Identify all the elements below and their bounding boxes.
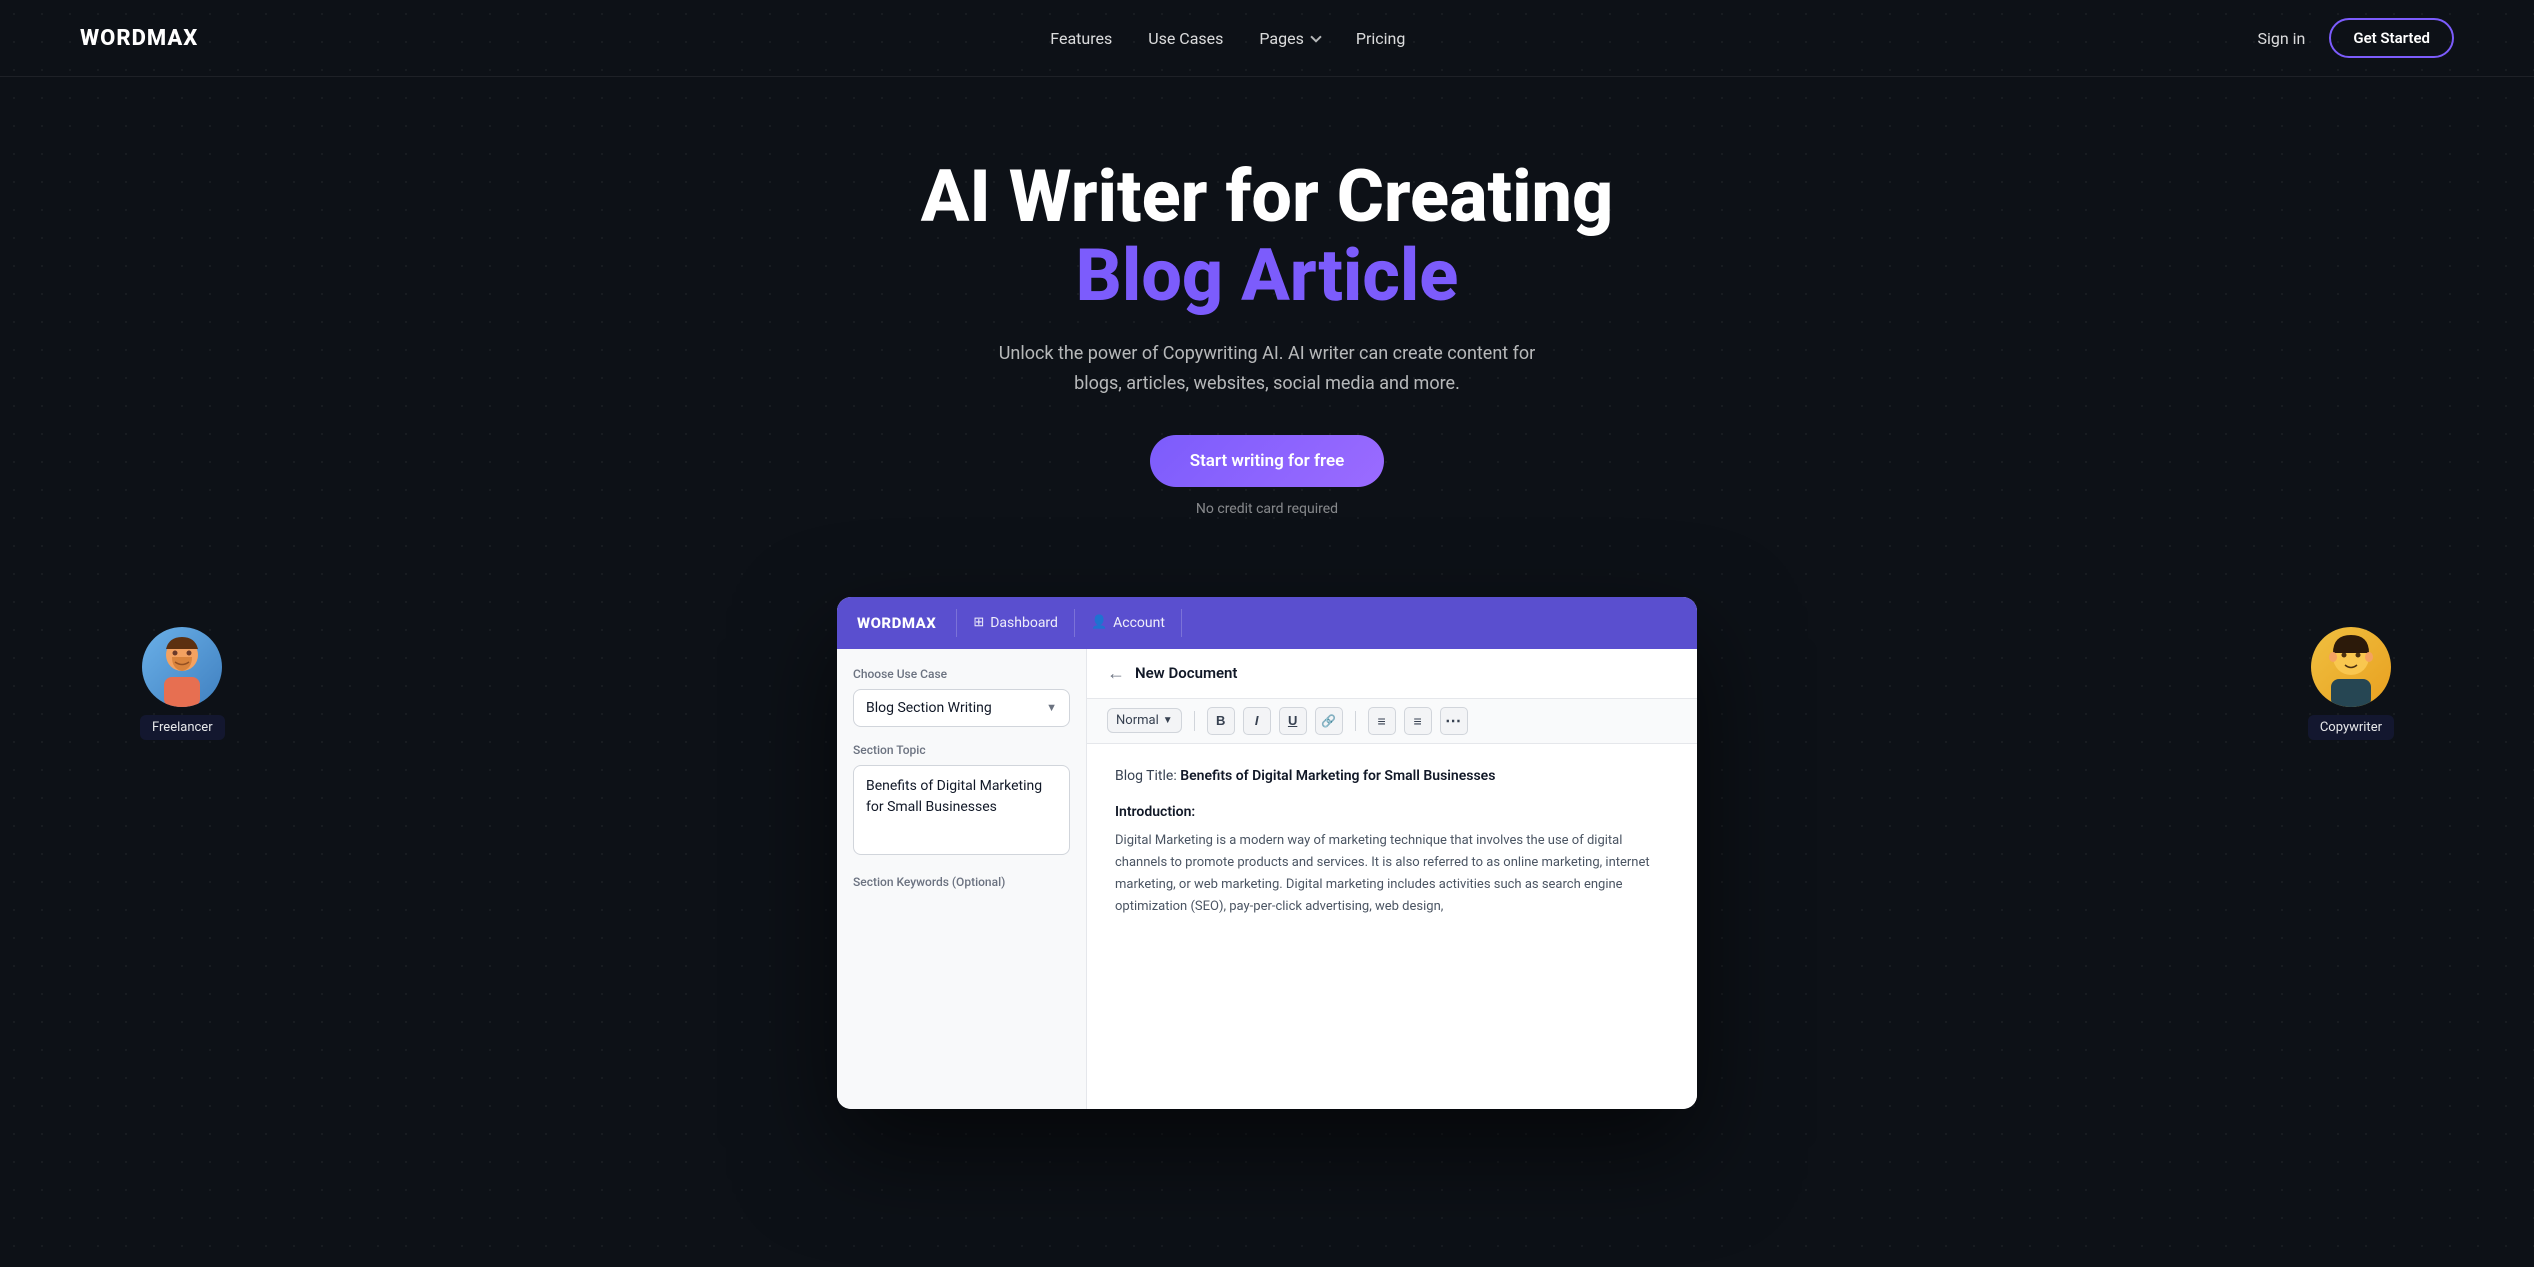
keywords-label: Section Keywords (Optional): [853, 875, 1070, 889]
link-button[interactable]: 🔗: [1315, 707, 1343, 735]
avatar-copywriter-image: [2311, 627, 2391, 707]
app-sidebar: Choose Use Case Blog Section Writing ▼ S…: [837, 649, 1087, 1109]
freelancer-label: Freelancer: [140, 715, 225, 740]
format-chevron-icon: ▼: [1163, 715, 1173, 726]
ordered-list-button[interactable]: ≡: [1368, 707, 1396, 735]
use-case-label: Choose Use Case: [853, 667, 1070, 681]
app-logo: WORDMAX: [857, 614, 936, 632]
use-case-select[interactable]: Blog Section Writing ▼: [853, 689, 1070, 727]
italic-button[interactable]: I: [1243, 707, 1271, 735]
topic-label: Section Topic: [853, 743, 1070, 757]
topic-textarea[interactable]: Benefits of Digital Marketing for Small …: [853, 765, 1070, 855]
app-topbar: WORDMAX ⊞ Dashboard 👤 Account: [837, 597, 1697, 649]
bold-button[interactable]: B: [1207, 707, 1235, 735]
hero-section: AI Writer for Creating Blog Article Unlo…: [0, 77, 2534, 557]
intro-heading: Introduction:: [1115, 804, 1669, 820]
unordered-list-button[interactable]: ≡: [1404, 707, 1432, 735]
underline-button[interactable]: U: [1279, 707, 1307, 735]
format-select[interactable]: Normal ▼: [1107, 708, 1182, 733]
copywriter-avatar-svg: [2311, 627, 2391, 707]
editor-header: ← New Document: [1087, 649, 1697, 699]
dashboard-icon: ⊞: [973, 615, 984, 630]
app-body: Choose Use Case Blog Section Writing ▼ S…: [837, 649, 1697, 1109]
toolbar-divider-2: [1355, 711, 1356, 731]
nav-links: Features Use Cases Pages Pricing: [1050, 29, 1405, 48]
avatar-copywriter: Copywriter: [2308, 627, 2394, 740]
editor-title: New Document: [1135, 664, 1237, 682]
select-arrow-icon: ▼: [1046, 701, 1057, 714]
nav-item-pages[interactable]: Pages: [1259, 29, 1319, 48]
nav-item-pricing[interactable]: Pricing: [1356, 29, 1406, 48]
cta-note: No credit card required: [1196, 501, 1338, 517]
blog-title-line: Blog Title: Benefits of Digital Marketin…: [1115, 768, 1669, 784]
signin-button[interactable]: Sign in: [2257, 29, 2305, 48]
freelancer-avatar-svg: [142, 627, 222, 707]
topbar-nav: ⊞ Dashboard 👤 Account: [956, 609, 1182, 637]
nav-item-usecases[interactable]: Use Cases: [1148, 29, 1223, 48]
avatar-freelancer: Freelancer: [140, 627, 225, 740]
hero-title: AI Writer for Creating Blog Article: [917, 157, 1617, 315]
navbar: WORDMAX Features Use Cases Pages Pricing…: [0, 0, 2534, 77]
get-started-button[interactable]: Get Started: [2329, 18, 2454, 58]
back-arrow-icon[interactable]: ←: [1107, 663, 1125, 684]
editor-toolbar: Normal ▼ B I U 🔗 ≡ ≡ ⋯: [1087, 699, 1697, 744]
topbar-account[interactable]: 👤 Account: [1075, 609, 1182, 637]
nav-logo[interactable]: WORDMAX: [80, 26, 198, 51]
app-editor: ← New Document Normal ▼ B I U 🔗 ≡: [1087, 649, 1697, 1109]
nav-item-features[interactable]: Features: [1050, 29, 1112, 48]
chevron-down-icon: [1310, 31, 1321, 42]
intro-text: Digital Marketing is a modern way of mar…: [1115, 830, 1669, 918]
hero-subtitle: Unlock the power of Copywriting AI. AI w…: [977, 339, 1557, 398]
preview-section: Freelancer Copywriter WORDMA: [0, 577, 2534, 1109]
copywriter-label: Copywriter: [2308, 715, 2394, 740]
nav-actions: Sign in Get Started: [2257, 18, 2454, 58]
editor-content: Blog Title: Benefits of Digital Marketin…: [1087, 744, 1697, 1109]
topbar-dashboard[interactable]: ⊞ Dashboard: [956, 609, 1075, 637]
toolbar-divider-1: [1194, 711, 1195, 731]
account-icon: 👤: [1091, 615, 1107, 630]
cta-main-button[interactable]: Start writing for free: [1150, 435, 1385, 487]
avatar-freelancer-image: [142, 627, 222, 707]
hero-cta-area: Start writing for free No credit card re…: [20, 435, 2514, 517]
app-window: WORDMAX ⊞ Dashboard 👤 Account Choose Use…: [837, 597, 1697, 1109]
more-options-button[interactable]: ⋯: [1440, 707, 1468, 735]
